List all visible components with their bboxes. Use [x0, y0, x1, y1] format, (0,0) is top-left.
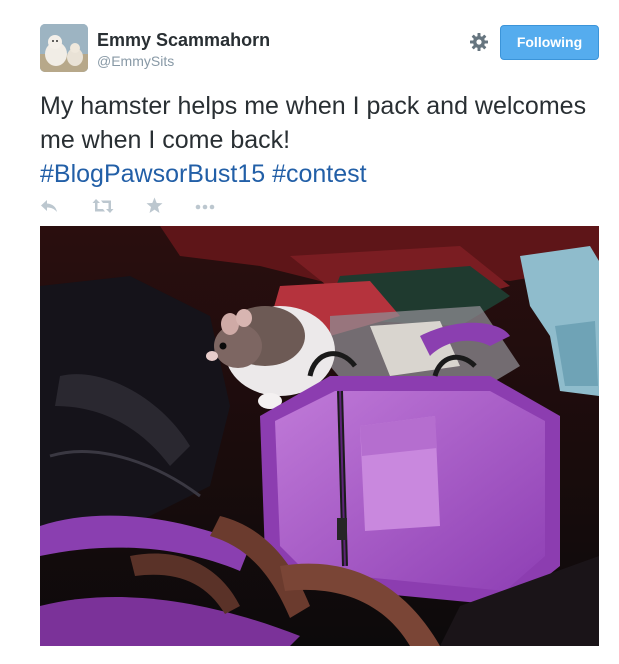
user-fullname[interactable]: Emmy Scammahorn — [97, 29, 270, 51]
star-icon[interactable] — [146, 197, 163, 215]
avatar[interactable] — [40, 24, 88, 72]
tweet-photo[interactable] — [40, 226, 599, 646]
hashtag-link[interactable]: #contest — [272, 160, 367, 188]
gear-icon[interactable] — [469, 32, 489, 52]
tweet-header: Emmy Scammahorn @EmmySits Following — [40, 24, 600, 76]
following-button[interactable]: Following — [500, 25, 599, 60]
avatar-image — [40, 24, 88, 72]
tweet-body: My hamster helps me when I pack and welc… — [40, 92, 587, 154]
reply-icon[interactable] — [40, 197, 58, 215]
user-handle[interactable]: @EmmySits — [97, 52, 270, 70]
user-names: Emmy Scammahorn @EmmySits — [97, 29, 270, 70]
tweet-text: My hamster helps me when I pack and welc… — [40, 89, 600, 191]
more-icon[interactable] — [194, 197, 216, 215]
retweet-icon[interactable] — [92, 197, 114, 215]
hamster-photo-image — [40, 226, 599, 646]
hashtag-link[interactable]: #BlogPawsorBust15 — [40, 160, 265, 188]
